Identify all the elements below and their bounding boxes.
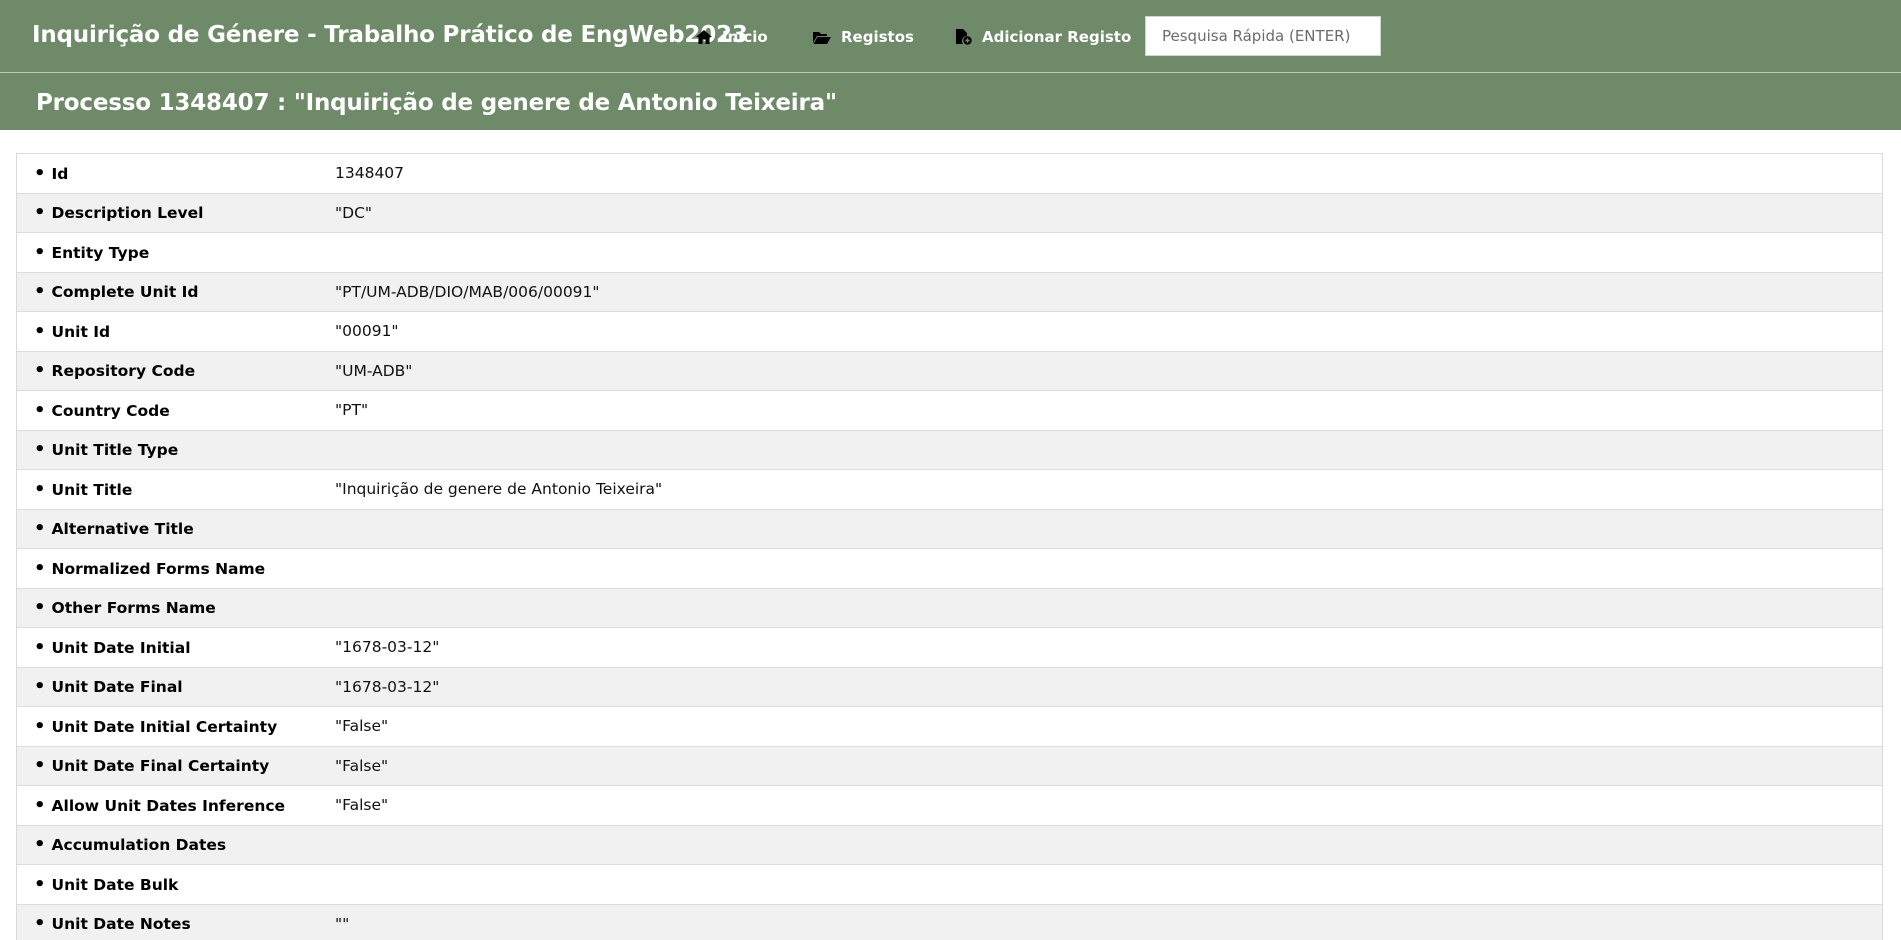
field-value: "1678-03-12": [335, 677, 440, 696]
nav-adicionar-registo-label: Adicionar Registo: [982, 28, 1132, 46]
field-label: Accumulation Dates: [17, 834, 335, 855]
record-row: Unit Date Initial Certainty"False": [17, 707, 1882, 747]
field-label: Description Level: [17, 202, 335, 223]
record-row: Entity Type: [17, 233, 1882, 273]
field-label: Unit Title Type: [17, 439, 335, 460]
record-details-list: Id1348407 Description Level"DC" Entity T…: [16, 153, 1883, 940]
field-value: "PT/UM-ADB/DIO/MAB/006/00091": [335, 282, 600, 301]
field-value: "": [335, 914, 350, 933]
record-row: Complete Unit Id"PT/UM-ADB/DIO/MAB/006/0…: [17, 272, 1882, 312]
app-title[interactable]: Inquirição de Génere - Trabalho Prático …: [32, 22, 748, 48]
nav-registos-link[interactable]: Registos: [812, 26, 914, 48]
record-row: Unit Date Initial"1678-03-12": [17, 628, 1882, 668]
page-title: Processo 1348407 : "Inquirição de genere…: [36, 90, 837, 116]
field-value: "00091": [335, 322, 399, 341]
field-value: "False": [335, 796, 389, 815]
folder-open-icon: [812, 30, 832, 45]
record-row: Alternative Title: [17, 509, 1882, 549]
record-row: Unit Date Notes"": [17, 904, 1882, 940]
nav-adicionar-registo-link[interactable]: Adicionar Registo: [954, 26, 1131, 48]
field-label: Repository Code: [17, 360, 335, 381]
field-label: Unit Date Initial: [17, 637, 335, 658]
home-icon: [695, 29, 713, 45]
field-value: "DC": [335, 203, 373, 222]
field-label: Normalized Forms Name: [17, 558, 335, 579]
quick-search-input[interactable]: [1145, 16, 1381, 56]
field-value: "False": [335, 717, 389, 736]
record-row: Id1348407: [17, 154, 1882, 194]
nav-registos-label: Registos: [841, 28, 914, 46]
field-label: Unit Date Final: [17, 676, 335, 697]
field-label: Unit Title: [17, 479, 335, 500]
record-row: Unit Date Bulk: [17, 865, 1882, 905]
nav-inicio-label: Início: [722, 28, 768, 46]
field-label: Unit Date Notes: [17, 913, 335, 934]
record-row: Unit Id"00091": [17, 312, 1882, 352]
field-label: Alternative Title: [17, 518, 335, 539]
nav-inicio-link[interactable]: Início: [695, 26, 768, 48]
file-add-icon: [954, 28, 973, 46]
top-navbar: Inquirição de Génere - Trabalho Prático …: [0, 0, 1901, 73]
record-row: Unit Title Type: [17, 430, 1882, 470]
field-label: Unit Date Bulk: [17, 874, 335, 895]
record-row: Country Code"PT": [17, 391, 1882, 431]
record-row: Normalized Forms Name: [17, 549, 1882, 589]
field-label: Unit Id: [17, 321, 335, 342]
field-label: Allow Unit Dates Inference: [17, 795, 335, 816]
field-label: Country Code: [17, 400, 335, 421]
field-value: "False": [335, 756, 389, 775]
record-row: Unit Title"Inquirição de genere de Anton…: [17, 470, 1882, 510]
field-value: 1348407: [335, 164, 405, 183]
record-row: Description Level"DC": [17, 193, 1882, 233]
field-label: Entity Type: [17, 242, 335, 263]
record-row: Accumulation Dates: [17, 825, 1882, 865]
field-label: Id: [17, 163, 335, 184]
field-value: "1678-03-12": [335, 638, 440, 657]
record-row: Other Forms Name: [17, 588, 1882, 628]
field-label: Other Forms Name: [17, 597, 335, 618]
field-label: Unit Date Final Certainty: [17, 755, 335, 776]
record-row: Unit Date Final"1678-03-12": [17, 667, 1882, 707]
record-row: Allow Unit Dates Inference"False": [17, 786, 1882, 826]
field-value: "Inquirição de genere de Antonio Teixeir…: [335, 480, 663, 499]
record-row: Unit Date Final Certainty"False": [17, 746, 1882, 786]
field-value: "UM-ADB": [335, 361, 413, 380]
field-label: Complete Unit Id: [17, 281, 335, 302]
field-value: "PT": [335, 401, 369, 420]
field-label: Unit Date Initial Certainty: [17, 716, 335, 737]
record-row: Repository Code"UM-ADB": [17, 351, 1882, 391]
